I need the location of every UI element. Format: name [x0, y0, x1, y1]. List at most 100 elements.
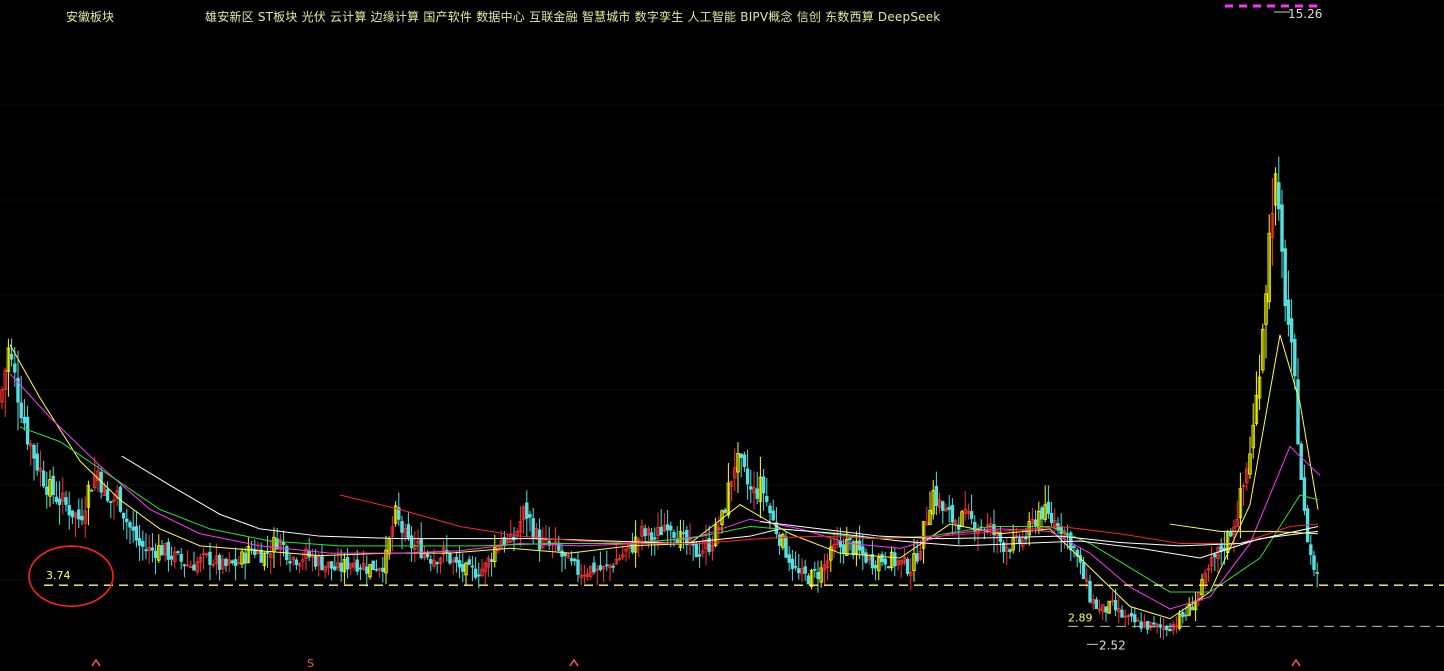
concept-tag[interactable]: BIPV概念: [740, 10, 792, 24]
candle-body: [457, 560, 462, 568]
candle-body: [1072, 546, 1076, 548]
candle-body: [134, 526, 139, 541]
concept-tag[interactable]: 云计算: [330, 10, 367, 24]
candle-body: [598, 565, 603, 571]
candle-body: [560, 550, 564, 557]
candle-body: [973, 521, 977, 533]
candle-body: [358, 567, 363, 570]
candle-body: [1296, 379, 1300, 445]
candle-body: [861, 546, 865, 555]
candle-body: [672, 532, 676, 538]
candle-body: [771, 510, 775, 521]
candle-body: [886, 566, 891, 569]
candle-body: [233, 559, 238, 567]
candle-body: [1280, 204, 1284, 252]
candle-body: [339, 562, 343, 572]
candle-body: [1024, 537, 1028, 540]
candle-body: [1059, 525, 1063, 534]
candle-body: [243, 552, 247, 564]
concept-tag[interactable]: 边缘计算: [371, 10, 420, 24]
candle-body: [307, 550, 311, 558]
candle-body: [1033, 519, 1038, 527]
candle-body: [1190, 606, 1195, 611]
candle-body: [803, 566, 807, 574]
candle-body: [787, 554, 791, 563]
candle-body: [80, 515, 84, 521]
candle-body: [435, 562, 439, 565]
candle-body: [67, 505, 71, 516]
candle-body: [761, 476, 766, 494]
moving-average-line: [339, 494, 1319, 544]
candle-body: [169, 555, 174, 560]
candle-body: [1299, 443, 1303, 480]
candle-body: [797, 568, 801, 574]
concept-tag[interactable]: 国产软件: [423, 10, 472, 24]
candle-body: [470, 565, 475, 568]
concept-tag[interactable]: 数字孪生: [635, 10, 684, 24]
candle-body: [371, 560, 375, 571]
candle-body: [723, 509, 727, 513]
candle-body: [1046, 501, 1051, 514]
candle-body: [605, 564, 609, 567]
gridlines: [0, 104, 1444, 581]
candle-body: [1094, 599, 1099, 610]
candle-body: [793, 565, 798, 568]
candle-body: [873, 565, 878, 569]
candle-body: [653, 537, 657, 540]
candle-body: [454, 556, 459, 563]
candle-body: [784, 536, 788, 558]
candle-body: [288, 561, 292, 564]
candle-body: [950, 504, 955, 523]
candle-body: [1152, 622, 1156, 625]
candle-body: [1088, 581, 1092, 603]
candle-body: [563, 552, 567, 557]
candle-body: [592, 562, 596, 573]
low-price-label: 2.52: [1099, 638, 1126, 652]
concept-tag[interactable]: 人工智能: [687, 10, 736, 24]
candle-body: [477, 574, 481, 577]
candle-body: [1168, 629, 1172, 632]
candle-body: [745, 468, 750, 485]
concept-tag[interactable]: 东数西算: [825, 10, 874, 24]
concept-tag[interactable]: 光伏: [302, 10, 326, 24]
candle-body: [1008, 549, 1012, 553]
candle-body: [467, 559, 471, 565]
candle-body: [137, 538, 142, 546]
candle-body: [166, 541, 171, 560]
candle-body: [790, 558, 795, 569]
candle-body: [313, 555, 318, 567]
moving-average-lines: [9, 334, 1321, 620]
concept-tag[interactable]: 互联金融: [529, 10, 578, 24]
candle-body: [182, 564, 187, 567]
candle-body: [883, 558, 887, 565]
candle-body: [365, 566, 369, 574]
candle-body: [153, 550, 158, 558]
candle-body: [208, 551, 212, 565]
high-price-label: 15.26: [1288, 7, 1322, 21]
candle-body: [806, 575, 811, 585]
candle-body: [345, 556, 350, 570]
kline-chart[interactable]: 3.74 2.89 15.26 2.52 S: [0, 0, 1444, 670]
candle-body: [1312, 555, 1316, 570]
candle-body: [697, 554, 702, 557]
candle-body: [694, 542, 699, 558]
candle-body: [217, 554, 222, 570]
candle-body: [1017, 538, 1022, 544]
candle-body: [294, 559, 299, 566]
concept-tag[interactable]: 信创: [797, 10, 821, 24]
concept-tag[interactable]: DeepSeek: [878, 10, 941, 24]
candle-body: [1145, 620, 1150, 630]
candles-layer: [0, 156, 1319, 640]
candle-body: [1293, 338, 1297, 377]
concept-tag[interactable]: 数据中心: [476, 10, 525, 24]
kline-chart-area[interactable]: 3.74 2.89 15.26 2.52 S 安徽板块 雄安新区 ST板块 光伏 云计算 边缘计…: [0, 0, 1444, 670]
candle-body: [1309, 544, 1313, 556]
concept-tag[interactable]: 智慧城市: [582, 10, 631, 24]
candle-body: [192, 564, 196, 571]
concept-tag[interactable]: ST板块: [258, 10, 298, 24]
candle-body: [569, 558, 574, 562]
candle-body: [109, 500, 113, 503]
concept-tag[interactable]: 雄安新区: [205, 10, 254, 24]
candle-body: [739, 453, 743, 459]
candle-body: [9, 353, 14, 360]
